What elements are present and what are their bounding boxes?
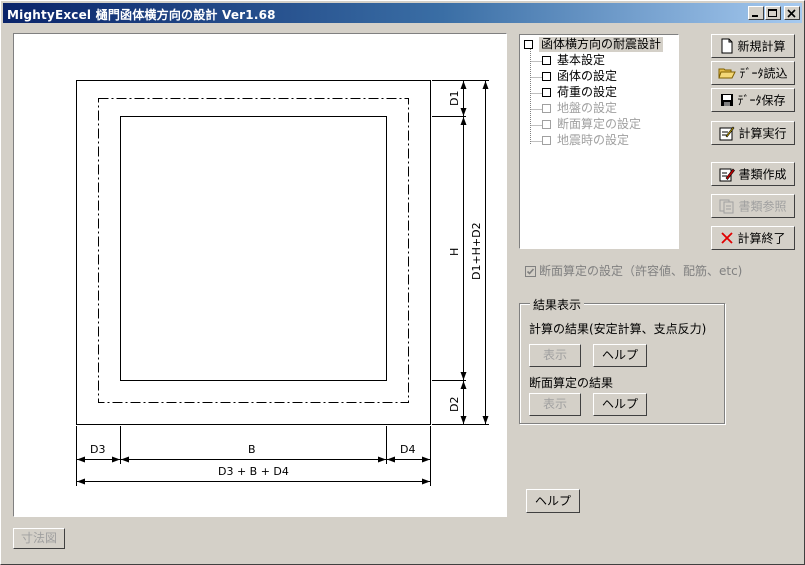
tree-item-label: 地震時の設定 bbox=[557, 133, 630, 147]
label-h: H bbox=[448, 247, 461, 256]
edit-run-icon bbox=[719, 126, 735, 140]
tree-item-label: 基本設定 bbox=[557, 53, 606, 67]
diagram-canvas: D1 H D2 D1+H+D2 D3 B D4 D3 + B + D4 bbox=[13, 33, 507, 517]
new-calc-button[interactable]: 新規計算 bbox=[711, 34, 795, 58]
tree-item-label: 函体横方向の耐震設計 bbox=[539, 37, 664, 52]
section-settings-checkbox: 断面算定の設定（許容値、配筋、etc) bbox=[525, 262, 742, 279]
tree-checkbox bbox=[542, 104, 551, 113]
culvert-cross-section-diagram bbox=[76, 80, 489, 486]
label-d3: D3 bbox=[90, 443, 106, 456]
label-total-width: D3 + B + D4 bbox=[218, 465, 289, 478]
tree-item-label: 断面算定の設定 bbox=[557, 117, 642, 131]
label-d4: D4 bbox=[400, 443, 416, 456]
end-calc-button[interactable]: 計算終了 bbox=[711, 226, 795, 250]
tree-item-label: 荷重の設定 bbox=[557, 85, 618, 99]
button-label: ヘルプ bbox=[534, 494, 571, 508]
main-help-button[interactable]: ヘルプ bbox=[526, 489, 580, 513]
button-label: 新規計算 bbox=[737, 39, 786, 54]
checkbox-box bbox=[525, 266, 536, 277]
button-label: 表示 bbox=[542, 348, 567, 362]
tree-checkbox[interactable] bbox=[542, 88, 551, 97]
tree-checkbox bbox=[542, 136, 551, 145]
section-help-button[interactable]: ヘルプ bbox=[593, 393, 647, 416]
run-calc-button[interactable]: 計算実行 bbox=[711, 121, 795, 145]
centerline bbox=[98, 98, 409, 403]
title-bar: MightyExcel 樋門函体横方向の設計 Ver1.68 bbox=[3, 3, 802, 23]
button-label: 計算終了 bbox=[737, 231, 786, 246]
label-d2: D2 bbox=[448, 396, 461, 412]
open-folder-icon bbox=[718, 68, 737, 78]
maximize-button[interactable] bbox=[765, 6, 781, 20]
button-label: 寸法図 bbox=[20, 531, 57, 545]
tree-checkbox[interactable] bbox=[542, 56, 551, 65]
new-document-icon bbox=[721, 38, 733, 53]
group-title: 結果表示 bbox=[530, 296, 585, 313]
checkmark-icon bbox=[526, 268, 535, 275]
inner-space bbox=[120, 116, 387, 381]
show-section-result-button: 表示 bbox=[529, 393, 581, 416]
button-label: 書類参照 bbox=[738, 199, 787, 214]
section-result-label: 断面算定の結果 bbox=[529, 376, 614, 390]
button-label: ﾃﾞｰﾀ読込 bbox=[739, 66, 788, 81]
button-label: 表示 bbox=[542, 397, 567, 411]
show-calc-result-button: 表示 bbox=[529, 344, 581, 367]
button-label: ﾃﾞｰﾀ保存 bbox=[737, 93, 786, 108]
write-document-icon bbox=[719, 168, 736, 181]
dimension-diagram-button: 寸法図 bbox=[13, 528, 65, 549]
minimize-button[interactable] bbox=[748, 6, 764, 20]
view-document-icon bbox=[719, 199, 734, 213]
calc-help-button[interactable]: ヘルプ bbox=[593, 344, 647, 367]
calc-result-label: 計算の結果(安定計算、支点反力) bbox=[529, 322, 707, 336]
label-b: B bbox=[248, 443, 256, 456]
tree-checkbox[interactable] bbox=[524, 40, 533, 49]
button-label: 計算実行 bbox=[738, 126, 787, 141]
button-label: ヘルプ bbox=[601, 348, 638, 362]
main-window: MightyExcel 樋門函体横方向の設計 Ver1.68 D1 H D2 D… bbox=[0, 0, 805, 565]
minimize-icon bbox=[752, 15, 758, 17]
window-title: MightyExcel 樋門函体横方向の設計 Ver1.68 bbox=[7, 8, 276, 22]
close-x-icon bbox=[721, 231, 734, 244]
tree-item-label: 函体の設定 bbox=[557, 69, 618, 83]
close-icon bbox=[787, 9, 796, 18]
results-group: 結果表示 計算の結果(安定計算、支点反力) 表示 ヘルプ 断面算定の結果 表示 … bbox=[519, 296, 725, 424]
design-tree: 函体横方向の耐震設計 基本設定 函体の設定 荷重の設定 地盤の設定 断面算定の設… bbox=[519, 34, 679, 249]
save-data-button[interactable]: ﾃﾞｰﾀ保存 bbox=[711, 88, 795, 112]
maximize-icon bbox=[768, 9, 777, 17]
view-document-button: 書類参照 bbox=[711, 194, 795, 218]
button-label: 書類作成 bbox=[738, 167, 787, 182]
tree-checkbox[interactable] bbox=[542, 72, 551, 81]
tree-item-label: 地盤の設定 bbox=[557, 101, 618, 115]
floppy-disk-icon bbox=[721, 93, 734, 106]
load-data-button[interactable]: ﾃﾞｰﾀ読込 bbox=[711, 61, 795, 85]
label-total-height: D1+H+D2 bbox=[470, 222, 483, 280]
outer-wall bbox=[76, 80, 431, 425]
tree-checkbox bbox=[542, 120, 551, 129]
make-document-button[interactable]: 書類作成 bbox=[711, 162, 795, 186]
button-label: ヘルプ bbox=[601, 397, 638, 411]
checkbox-label: 断面算定の設定（許容値、配筋、etc) bbox=[539, 264, 743, 278]
label-d1: D1 bbox=[448, 90, 461, 106]
close-button[interactable] bbox=[784, 6, 800, 20]
